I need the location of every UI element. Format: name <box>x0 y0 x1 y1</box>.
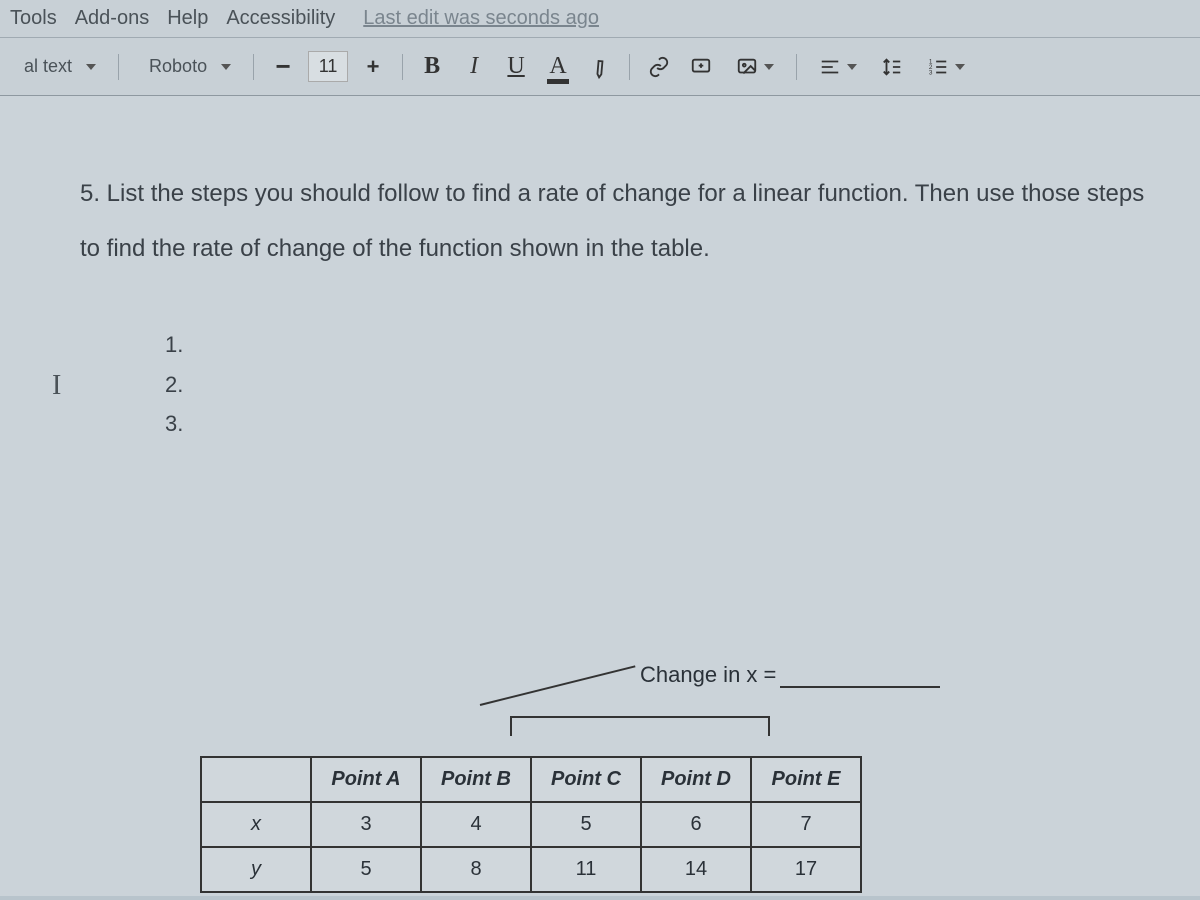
change-label: Change in x = <box>640 662 940 688</box>
underline-button[interactable]: U <box>499 50 533 84</box>
font-size-input[interactable]: 11 <box>308 51 348 82</box>
chevron-down-icon <box>86 64 96 70</box>
text-color-button[interactable]: A <box>541 50 575 84</box>
last-edit-status[interactable]: Last edit was seconds ago <box>363 7 599 30</box>
format-toolbar: al text Roboto − 11 + B I U A 123 <box>0 38 1200 96</box>
function-table: Point A Point B Point C Point D Point E … <box>200 756 862 893</box>
menu-accessibility[interactable]: Accessibility <box>226 7 335 30</box>
y-c: 11 <box>531 847 641 892</box>
menu-addons[interactable]: Add-ons <box>75 7 150 30</box>
chevron-down-icon <box>847 64 857 70</box>
x-a: 3 <box>311 802 421 847</box>
separator <box>796 54 797 80</box>
highlight-button[interactable] <box>576 43 624 91</box>
separator <box>118 54 119 80</box>
menu-tools[interactable]: Tools <box>10 7 57 30</box>
insert-link-button[interactable] <box>642 50 676 84</box>
x-b: 4 <box>421 802 531 847</box>
comment-plus-icon <box>690 56 712 78</box>
numbered-list-dropdown[interactable]: 123 <box>917 52 975 82</box>
numbered-list-icon: 123 <box>927 56 949 78</box>
align-left-icon <box>819 56 841 78</box>
x-e: 7 <box>751 802 861 847</box>
image-icon <box>736 56 758 78</box>
bracket-icon <box>510 716 770 736</box>
text-cursor: I <box>52 370 61 402</box>
separator <box>253 54 254 80</box>
question-text: 5. List the steps you should follow to f… <box>50 166 1150 276</box>
svg-text:3: 3 <box>929 69 933 76</box>
row-y-label: y <box>201 847 311 892</box>
table-row-y: y 5 8 11 14 17 <box>201 847 861 892</box>
col-point-a: Point A <box>311 757 421 802</box>
table-row-x: x 3 4 5 6 7 <box>201 802 861 847</box>
line-spacing-button[interactable] <box>875 50 909 84</box>
blank-line <box>780 686 940 688</box>
add-comment-button[interactable] <box>684 50 718 84</box>
separator <box>629 54 630 80</box>
increase-font-button[interactable]: + <box>356 50 390 84</box>
pointer-line <box>480 665 636 706</box>
font-family-label: Roboto <box>141 52 215 81</box>
paragraph-style-dropdown[interactable]: al text <box>6 48 106 85</box>
y-e: 17 <box>751 847 861 892</box>
step-3: 3. <box>165 405 1150 442</box>
x-d: 6 <box>641 802 751 847</box>
paragraph-style-label: al text <box>16 52 80 81</box>
col-point-b: Point B <box>421 757 531 802</box>
col-point-d: Point D <box>641 757 751 802</box>
y-a: 5 <box>311 847 421 892</box>
bold-button[interactable]: B <box>415 50 449 84</box>
align-dropdown[interactable] <box>809 52 867 82</box>
menu-help[interactable]: Help <box>167 7 208 30</box>
x-c: 5 <box>531 802 641 847</box>
separator <box>402 54 403 80</box>
y-b: 8 <box>421 847 531 892</box>
decrease-font-button[interactable]: − <box>266 50 300 84</box>
change-label-text: Change in x = <box>640 662 776 687</box>
step-2: 2. <box>165 366 1150 403</box>
chevron-down-icon <box>955 64 965 70</box>
steps-list: 1. 2. 3. <box>165 326 1150 442</box>
menu-bar: Tools Add-ons Help Accessibility Last ed… <box>0 0 1200 38</box>
insert-image-dropdown[interactable] <box>726 52 784 82</box>
col-point-c: Point C <box>531 757 641 802</box>
col-point-e: Point E <box>751 757 861 802</box>
highlighter-icon <box>585 51 616 82</box>
italic-button[interactable]: I <box>457 50 491 84</box>
step-1: 1. <box>165 326 1150 363</box>
table-corner <box>201 757 311 802</box>
font-family-dropdown[interactable]: Roboto <box>131 48 241 85</box>
table-header-row: Point A Point B Point C Point D Point E <box>201 757 861 802</box>
chevron-down-icon <box>221 64 231 70</box>
chevron-down-icon <box>764 64 774 70</box>
document-canvas[interactable]: 5. List the steps you should follow to f… <box>0 96 1200 896</box>
row-x-label: x <box>201 802 311 847</box>
line-spacing-icon <box>881 56 903 78</box>
y-d: 14 <box>641 847 751 892</box>
link-icon <box>648 56 670 78</box>
